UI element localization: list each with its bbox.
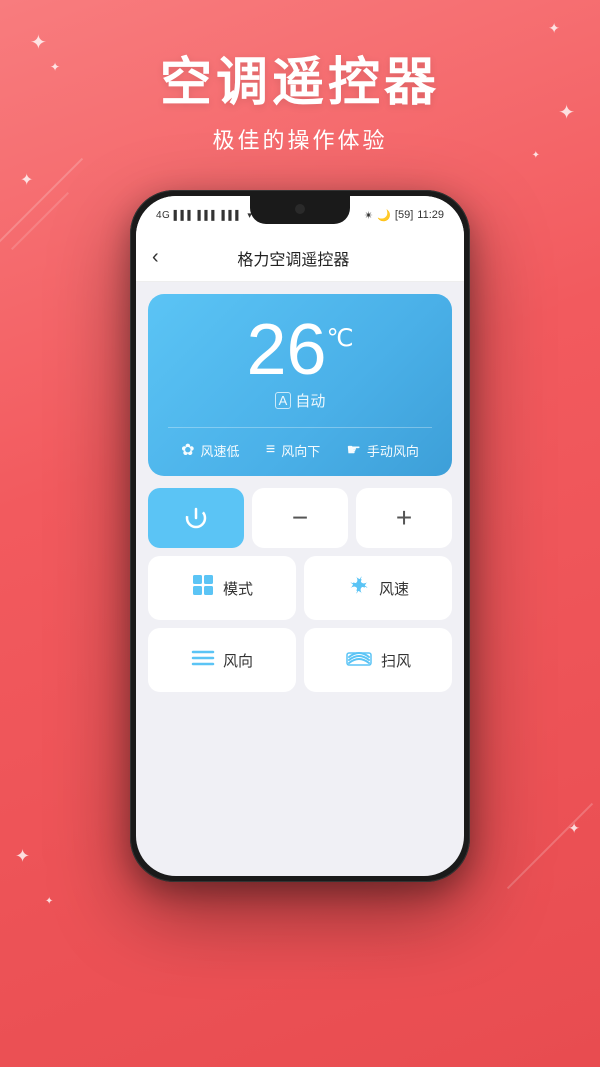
wind-dir-label: 风向下 — [281, 441, 320, 460]
main-controls-row: − + — [148, 488, 452, 548]
bluetooth-icon: ✴ — [364, 209, 373, 222]
fan-icon: ✿ — [181, 440, 194, 460]
app-bar-title: 格力空调遥控器 — [171, 246, 416, 270]
fan-speed-label: 风速 — [379, 578, 409, 599]
sweep-icon — [345, 647, 373, 673]
function-buttons-grid: 模式 风速 — [148, 556, 452, 692]
mode-icon — [191, 573, 215, 603]
status-bar: 4G ▌▌▌ ▌▌▌ ▌▌▌ ▾ ✴ 🌙 [59] 11:29 — [136, 196, 464, 234]
fan-speed-button[interactable]: 风速 — [304, 556, 452, 620]
decrease-temp-button[interactable]: − — [252, 488, 348, 548]
wind-dir-icon: ≡ — [266, 441, 275, 459]
wind-direction-icon — [191, 647, 215, 673]
phone-mockup: 4G ▌▌▌ ▌▌▌ ▌▌▌ ▾ ✴ 🌙 [59] 11:29 ‹ — [130, 190, 470, 882]
time-display: 11:29 — [417, 209, 444, 221]
header-section: 空调遥控器 极佳的操作体验 — [0, 40, 600, 155]
ac-display-card: 26 ℃ A 自动 ✿ 风速低 ≡ 风向下 — [148, 294, 452, 476]
content-area: 26 ℃ A 自动 ✿ 风速低 ≡ 风向下 — [136, 282, 464, 704]
wind-dir-info: ≡ 风向下 — [266, 440, 320, 460]
wind-speed-info: ✿ 风速低 — [181, 440, 239, 460]
ac-info-row: ✿ 风速低 ≡ 风向下 ☛ 手动风向 — [168, 427, 432, 460]
mode-button[interactable]: 模式 — [148, 556, 296, 620]
app-bar: ‹ 格力空调遥控器 — [136, 234, 464, 282]
phone-inner: 4G ▌▌▌ ▌▌▌ ▌▌▌ ▾ ✴ 🌙 [59] 11:29 ‹ — [136, 196, 464, 876]
increase-temp-button[interactable]: + — [356, 488, 452, 548]
temperature-value: 26 — [246, 314, 326, 386]
moon-icon: 🌙 — [377, 209, 391, 222]
sub-title: 极佳的操作体验 — [0, 123, 600, 155]
mode-label: 模式 — [223, 578, 253, 599]
wind-speed-label: 风速低 — [201, 441, 240, 460]
sweep-button[interactable]: 扫风 — [304, 628, 452, 692]
manual-wind-label: 手动风向 — [367, 441, 419, 460]
phone-outer: 4G ▌▌▌ ▌▌▌ ▌▌▌ ▾ ✴ 🌙 [59] 11:29 ‹ — [130, 190, 470, 882]
manual-wind-icon: ☛ — [346, 440, 360, 460]
status-signal: 4G ▌▌▌ ▌▌▌ ▌▌▌ ▾ — [156, 210, 252, 221]
notch — [250, 196, 350, 224]
sweep-label: 扫风 — [381, 650, 411, 671]
temperature-display: 26 ℃ — [168, 314, 432, 386]
manual-wind-info: ☛ 手动风向 — [346, 440, 418, 460]
back-button[interactable]: ‹ — [152, 246, 159, 269]
battery-indicator: [59] — [395, 209, 413, 221]
power-button[interactable] — [148, 488, 244, 548]
mode-a-label: A — [275, 392, 292, 409]
wind-direction-button[interactable]: 风向 — [148, 628, 296, 692]
main-title: 空调遥控器 — [0, 40, 600, 115]
fan-speed-icon — [347, 573, 371, 603]
camera-dot — [295, 204, 305, 214]
wind-direction-label: 风向 — [223, 650, 253, 671]
mode-text: 自动 — [295, 390, 325, 411]
temperature-unit: ℃ — [327, 324, 354, 353]
mode-display: A 自动 — [168, 390, 432, 411]
status-right: ✴ 🌙 [59] 11:29 — [364, 209, 444, 222]
